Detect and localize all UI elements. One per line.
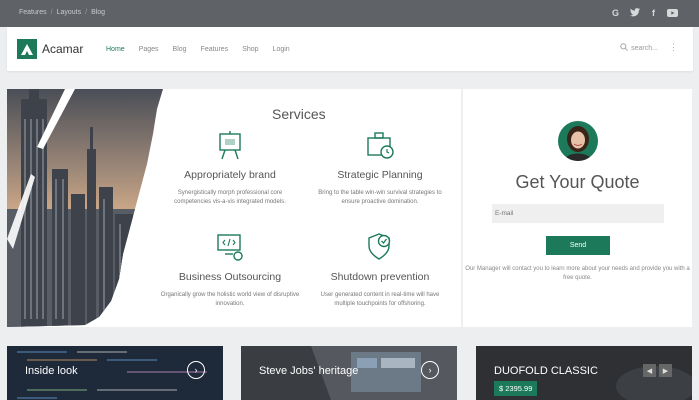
shield-check-icon: [310, 232, 450, 262]
breadcrumb-separator: /: [50, 9, 53, 16]
breadcrumb-item-features[interactable]: Features: [19, 9, 47, 16]
service-item: Shutdown prevention User generated conte…: [310, 232, 450, 309]
quote-panel: Get Your Quote Send Our Manager will con…: [463, 89, 692, 327]
service-item: Strategic Planning Bring to the table wi…: [310, 130, 450, 207]
quote-note: Our Manager will contact you to learn mo…: [465, 266, 690, 281]
price-badge: $ 2395.99: [494, 381, 538, 396]
card-inside-look[interactable]: Inside look ›: [7, 346, 223, 400]
search-input[interactable]: search...: [631, 45, 658, 52]
menu-item-shop[interactable]: Shop: [242, 46, 258, 53]
presentation-board-icon: [160, 130, 300, 160]
card-duofold-classic[interactable]: DUOFOLD CLASSIC $ 2395.99 ◀ ▶: [476, 346, 692, 400]
logo-mark-icon: [17, 39, 37, 59]
card-steve-jobs[interactable]: Steve Jobs' heritage ›: [241, 346, 457, 400]
logo[interactable]: Acamar: [17, 39, 83, 59]
briefcase-clock-icon: [310, 130, 450, 160]
card-label: Steve Jobs' heritage: [259, 365, 359, 377]
card-label: DUOFOLD CLASSIC: [494, 365, 598, 377]
menu-item-pages[interactable]: Pages: [139, 46, 159, 53]
service-title: Appropriately brand: [184, 169, 276, 181]
service-item: Business Outsourcing Organically grow th…: [160, 232, 300, 309]
breadcrumb: Features / Layouts / Blog: [19, 9, 105, 16]
quote-title: Get Your Quote: [515, 172, 640, 192]
service-text: User generated content in real-time will…: [320, 292, 440, 307]
main-menu: Home Pages Blog Features Shop Login: [106, 46, 290, 53]
arrow-left-icon[interactable]: ◀: [643, 364, 656, 377]
facebook-icon[interactable]: f: [648, 7, 659, 18]
city-skyline-image: [7, 89, 163, 327]
menu-item-home[interactable]: Home: [106, 46, 125, 53]
youtube-icon[interactable]: [667, 7, 678, 18]
email-field[interactable]: [492, 204, 664, 223]
chevron-right-icon[interactable]: ›: [187, 361, 205, 379]
more-options-icon[interactable]: ⋮: [669, 42, 678, 53]
arrow-right-icon[interactable]: ▶: [659, 364, 672, 377]
service-item: Appropriately brand Synergistically morp…: [160, 130, 300, 207]
service-text: Bring to the table win-win survival stra…: [318, 190, 442, 205]
top-bar: Features / Layouts / Blog G f: [0, 0, 699, 27]
service-text: Organically grow the holistic world view…: [160, 292, 300, 307]
search-box[interactable]: search...: [620, 43, 658, 53]
breadcrumb-item-blog[interactable]: Blog: [91, 9, 105, 16]
menu-item-blog[interactable]: Blog: [173, 46, 187, 53]
send-button[interactable]: Send: [546, 236, 610, 255]
menu-item-login[interactable]: Login: [273, 46, 290, 53]
service-title: Strategic Planning: [337, 169, 423, 181]
social-links: G f: [610, 7, 678, 18]
main-navbar: Acamar Home Pages Blog Features Shop Log…: [7, 27, 693, 71]
service-title: Business Outsourcing: [178, 271, 282, 283]
monitor-code-icon: [160, 232, 300, 262]
twitter-icon[interactable]: [629, 7, 640, 18]
logo-text: Acamar: [42, 42, 84, 56]
search-icon: [620, 43, 629, 53]
service-text: Synergistically morph professional core …: [174, 190, 286, 205]
google-icon[interactable]: G: [610, 7, 621, 18]
card-label: Inside look: [25, 365, 78, 377]
chevron-right-icon[interactable]: ›: [421, 361, 439, 379]
breadcrumb-item-layouts[interactable]: Layouts: [57, 9, 82, 16]
services-title: Services: [272, 106, 326, 122]
menu-item-features[interactable]: Features: [201, 46, 229, 53]
avatar: [558, 121, 598, 161]
breadcrumb-separator: /: [85, 9, 88, 16]
service-title: Shutdown prevention: [330, 271, 430, 283]
